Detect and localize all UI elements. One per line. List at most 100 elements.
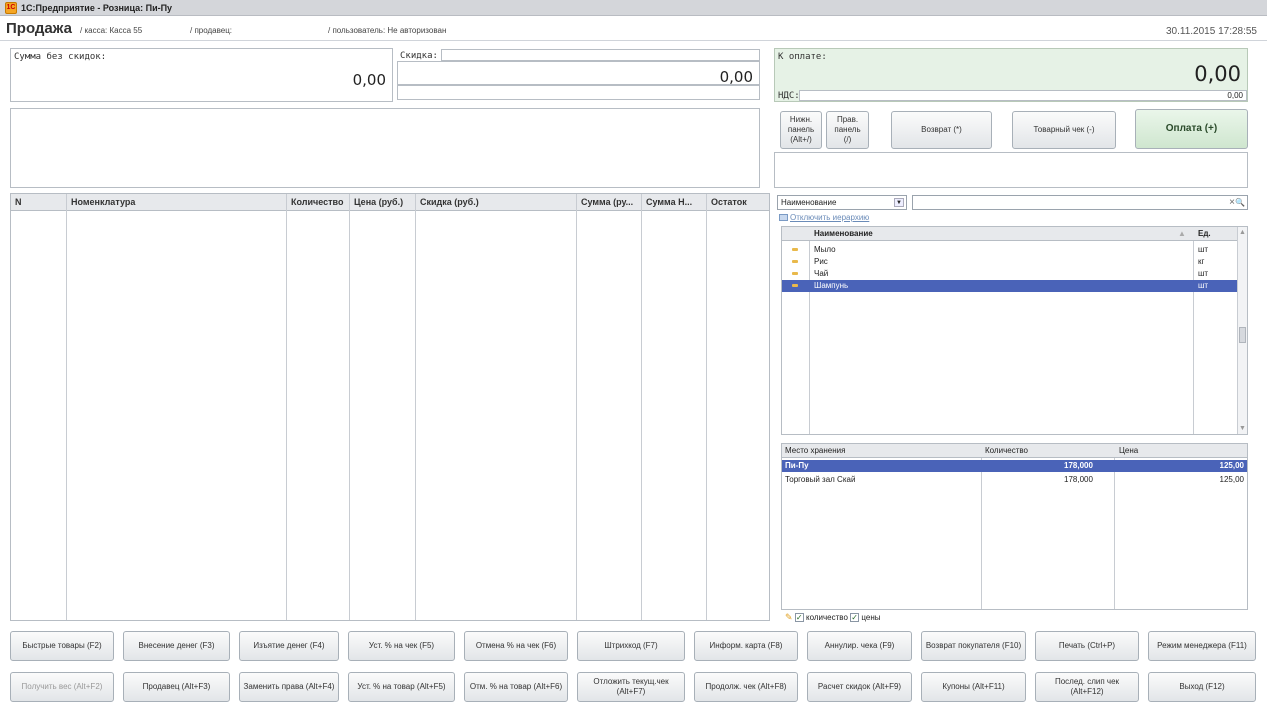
- item-unit: шт: [1198, 269, 1209, 278]
- item-name: Шампунь: [814, 281, 849, 290]
- message-area: [10, 108, 760, 188]
- coupons-button[interactable]: Купоны (Alt+F11): [921, 672, 1026, 702]
- discount-input[interactable]: [441, 49, 760, 61]
- last-slip-button[interactable]: Послед. слип чек (Alt+F12): [1035, 672, 1139, 702]
- exit-button[interactable]: Выход (F12): [1148, 672, 1256, 702]
- stock-row[interactable]: Торговый зал Скай 178,000 125,00: [782, 474, 1247, 486]
- vat-label: НДС:: [778, 91, 800, 101]
- col-discount[interactable]: Скидка (руб.): [416, 194, 577, 211]
- hierarchy-icon: [779, 214, 788, 222]
- sum-panel: Сумма без скидок: 0,00: [10, 48, 393, 102]
- payment-button[interactable]: Оплата (+): [1135, 109, 1248, 149]
- goods-receipt-button[interactable]: Товарный чек (-): [1012, 111, 1116, 149]
- list-item[interactable]: Рис кг: [782, 256, 1247, 268]
- list-item[interactable]: Мыло шт: [782, 244, 1247, 256]
- items-col-name[interactable]: Наименование: [814, 227, 873, 241]
- search-input[interactable]: × 🔍: [912, 195, 1248, 210]
- window-titlebar: 1С 1С:Предприятие - Розница: Пи-Пу: [0, 0, 1267, 16]
- user-label: / пользователь: Не авторизован: [328, 26, 447, 35]
- void-receipt-button[interactable]: Аннулир. чека (F9): [807, 631, 912, 661]
- col-nomenclature[interactable]: Номенклатура: [67, 194, 287, 211]
- barcode-button[interactable]: Штрихкод (F7): [577, 631, 685, 661]
- stock-col-place[interactable]: Место хранения: [785, 444, 845, 458]
- col-quantity[interactable]: Количество: [287, 194, 350, 211]
- search-field-select[interactable]: Наименование ▼: [777, 195, 907, 210]
- postpone-receipt-button[interactable]: Отложить текущ.чек (Alt+F7): [577, 672, 685, 702]
- item-icon: [792, 284, 798, 287]
- items-col-unit[interactable]: Ед.: [1198, 227, 1211, 241]
- cancel-item-discount-button[interactable]: Отм. % на товар (Alt+F6): [464, 672, 568, 702]
- col-sum-vat[interactable]: Сумма Н...: [642, 194, 707, 211]
- vat-value: 0,00: [1227, 91, 1243, 100]
- price-checkbox-label: цены: [861, 613, 881, 622]
- list-item[interactable]: Чай шт: [782, 268, 1247, 280]
- stock-place: Торговый зал Скай: [785, 475, 856, 484]
- quick-goods-button[interactable]: Быстрые товары (F2): [10, 631, 114, 661]
- app-logo-icon: 1С: [5, 1, 17, 14]
- list-item-selected[interactable]: Шампунь шт: [782, 280, 1239, 292]
- col-divider: [349, 194, 350, 620]
- return-button[interactable]: Возврат (*): [891, 111, 992, 149]
- info-card-button[interactable]: Информ. карта (F8): [694, 631, 798, 661]
- hierarchy-link[interactable]: Отключить иерархию: [779, 213, 869, 222]
- page-header: Продажа / касса: Касса 55 / продавец: / …: [0, 17, 1267, 41]
- col-sum[interactable]: Сумма (ру...: [577, 194, 642, 211]
- qty-checkbox[interactable]: ✓: [794, 613, 804, 623]
- search-icon[interactable]: 🔍: [1235, 196, 1245, 209]
- seller-button[interactable]: Продавец (Alt+F3): [123, 672, 230, 702]
- datetime-label: 30.11.2015 17:28:55: [1165, 26, 1257, 37]
- stock-col-qty[interactable]: Количество: [985, 444, 1028, 458]
- sort-icon: ▲: [1178, 229, 1186, 238]
- col-divider: [641, 194, 642, 620]
- scroll-down-icon[interactable]: ▼: [1239, 425, 1246, 432]
- discount-label: Скидка:: [400, 51, 438, 61]
- search-field-select-value: Наименование: [781, 198, 837, 207]
- stock-col-price[interactable]: Цена: [1119, 444, 1138, 458]
- items-table[interactable]: Наименование ▲ Ед. Мыло шт Рис кг Чай шт…: [781, 226, 1248, 435]
- stock-options: ✎ ✓ количество ✓ цены: [785, 612, 880, 623]
- cancel-receipt-discount-button[interactable]: Отмена % на чек (F6): [464, 631, 568, 661]
- items-scrollbar[interactable]: ▲ ▼: [1237, 227, 1247, 434]
- receipt-table[interactable]: N Номенклатура Количество Цена (руб.) Ск…: [10, 193, 770, 621]
- stock-table[interactable]: Место хранения Количество Цена Пи-Пу 178…: [781, 443, 1248, 610]
- cash-in-button[interactable]: Внесение денег (F3): [123, 631, 230, 661]
- stock-qty: 178,000: [1064, 461, 1093, 470]
- print-button[interactable]: Печать (Ctrl+P): [1035, 631, 1139, 661]
- chevron-down-icon[interactable]: ▼: [894, 198, 904, 207]
- col-price[interactable]: Цена (руб.): [350, 194, 416, 211]
- col-n[interactable]: N: [11, 194, 67, 211]
- scroll-up-icon[interactable]: ▲: [1239, 229, 1246, 236]
- item-unit: кг: [1198, 257, 1205, 266]
- customer-return-button[interactable]: Возврат покупателя (F10): [921, 631, 1026, 661]
- continue-receipt-button[interactable]: Продолж. чек (Alt+F8): [694, 672, 798, 702]
- manager-mode-button[interactable]: Режим менеджера (F11): [1148, 631, 1256, 661]
- col-balance[interactable]: Остаток: [707, 194, 769, 211]
- item-name: Рис: [814, 257, 828, 266]
- item-unit: шт: [1198, 281, 1209, 290]
- discount-subfield: [397, 85, 760, 100]
- lower-panel-button[interactable]: Нижн. панель (Alt+/): [780, 111, 822, 149]
- col-divider: [706, 194, 707, 620]
- stock-row-selected[interactable]: Пи-Пу 178,000 125,00: [782, 460, 1247, 472]
- kassa-label: / касса: Касса 55: [80, 26, 143, 35]
- to-pay-value: 0,00: [1194, 62, 1241, 86]
- vat-field: 0,00: [799, 90, 1247, 101]
- stock-price: 125,00: [1219, 475, 1244, 484]
- cash-out-button[interactable]: Изъятие денег (F4): [239, 631, 339, 661]
- item-name: Мыло: [814, 245, 836, 254]
- replace-rights-button[interactable]: Заменить права (Alt+F4): [239, 672, 339, 702]
- col-divider: [66, 194, 67, 620]
- qty-checkbox-label: количество: [806, 613, 848, 622]
- scrollbar-thumb[interactable]: [1239, 327, 1246, 343]
- item-name: Чай: [814, 269, 829, 278]
- right-panel-button[interactable]: Прав. панель (/): [826, 111, 869, 149]
- receipt-discount-button[interactable]: Уст. % на чек (F5): [348, 631, 455, 661]
- calc-discounts-button[interactable]: Расчет скидок (Alt+F9): [807, 672, 912, 702]
- price-checkbox[interactable]: ✓: [850, 613, 860, 623]
- sum-value: 0,00: [352, 71, 386, 89]
- discount-panel: Скидка: 0,00: [397, 48, 760, 102]
- item-unit: шт: [1198, 245, 1209, 254]
- item-icon: [792, 260, 798, 263]
- get-weight-button[interactable]: Получить вес (Alt+F2): [10, 672, 114, 702]
- item-discount-button[interactable]: Уст. % на товар (Alt+F5): [348, 672, 455, 702]
